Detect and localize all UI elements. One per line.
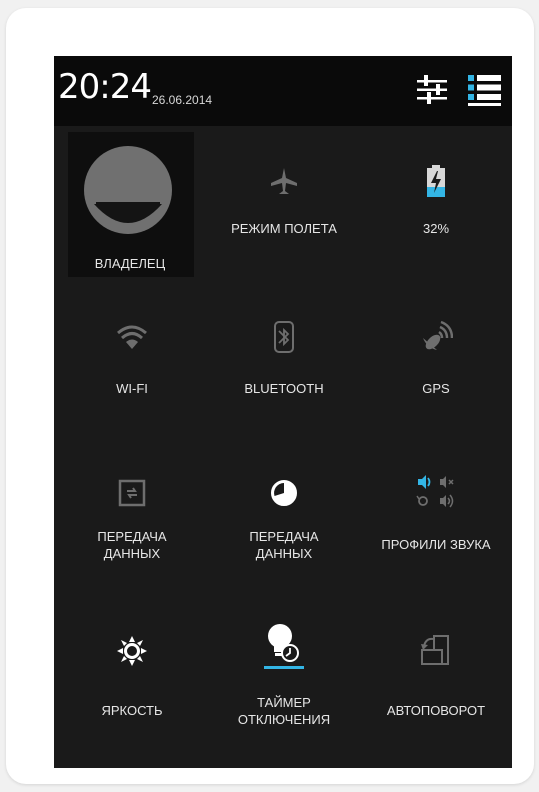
- avatar: [84, 146, 172, 234]
- auto-rotate-icon: [360, 626, 512, 676]
- quick-settings-panel: 20:24 26.06.2014 ВЛАДЕЛЕЦ РЕЖИМ ПОЛЕТА 3…: [54, 56, 512, 768]
- tile-data-transfer-label: ПЕРЕДАЧА ДАННЫХ: [97, 529, 167, 561]
- tile-airplane-label: РЕЖИМ ПОЛЕТА: [231, 221, 337, 236]
- screenshot-card: 20:24 26.06.2014 ВЛАДЕЛЕЦ РЕЖИМ ПОЛЕТА 3…: [6, 8, 534, 784]
- notifications-toggle-button[interactable]: [464, 70, 504, 110]
- battery-charging-icon: [360, 156, 512, 206]
- sliders-icon: [417, 75, 447, 104]
- tile-bluetooth-label: BLUETOOTH: [244, 381, 324, 396]
- settings-sliders-button[interactable]: [412, 70, 452, 110]
- sleep-timer-icon: [208, 616, 360, 676]
- data-transfer-icon: [56, 468, 208, 518]
- tile-brightness-label: ЯРКОСТЬ: [101, 703, 163, 718]
- tile-wifi-label: WI-FI: [116, 381, 148, 396]
- clock-date: 26.06.2014: [152, 93, 213, 107]
- airplane-icon: [208, 156, 360, 206]
- tile-sleep-timer-label: ТАЙМЕР ОТКЛЮЧЕНИЯ: [237, 695, 331, 727]
- tile-gps-label: GPS: [422, 381, 450, 396]
- brightness-icon: [56, 626, 208, 676]
- tile-battery-label: 32%: [422, 221, 450, 236]
- owner-label: ВЛАДЕЛЕЦ: [94, 256, 166, 271]
- wifi-icon: [56, 312, 208, 362]
- tile-sound-profiles-label: ПРОФИЛИ ЗВУКА: [381, 537, 491, 552]
- gps-icon: [360, 312, 512, 362]
- status-bar: 20:24 26.06.2014: [54, 56, 512, 126]
- tile-auto-rotate-label: АВТОПОВОРОТ: [386, 703, 486, 718]
- clock-time: 20:24: [58, 67, 152, 107]
- list-icon: [468, 75, 501, 106]
- tile-data-usage-label: ПЕРЕДАЧА ДАННЫХ: [249, 529, 319, 561]
- data-usage-icon: [208, 468, 360, 518]
- bluetooth-icon: [208, 312, 360, 362]
- sound-profiles-icon: [360, 468, 512, 518]
